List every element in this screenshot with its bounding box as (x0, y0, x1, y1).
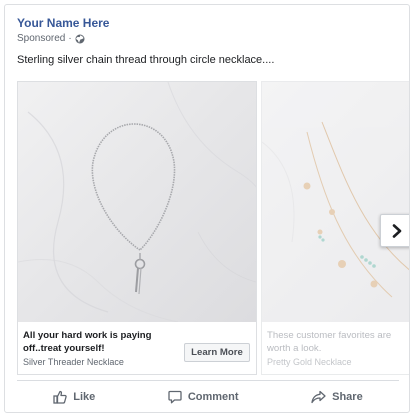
gold-necklace-illustration (262, 82, 409, 322)
comment-icon (168, 390, 182, 404)
silver-necklace-illustration (18, 82, 256, 322)
share-icon (311, 390, 326, 404)
comment-button[interactable]: Comment (158, 386, 249, 408)
card-footer: All your hard work is paying off..treat … (18, 322, 256, 374)
like-button[interactable]: Like (43, 386, 105, 408)
card-headline[interactable]: All your hard work is paying off..treat … (23, 329, 178, 355)
chevron-right-icon (392, 223, 401, 238)
comment-label: Comment (187, 391, 239, 403)
share-button[interactable]: Share (301, 386, 373, 408)
product-image[interactable] (262, 82, 409, 322)
like-label: Like (73, 391, 96, 403)
learn-more-button[interactable]: Learn More (184, 343, 250, 362)
separator-dot: · (68, 33, 72, 44)
card-headline[interactable]: These customer favorites are worth a loo… (267, 329, 409, 355)
actions-divider (17, 380, 399, 381)
sponsored-label[interactable]: Sponsored (17, 33, 65, 44)
carousel-next-button[interactable] (380, 214, 409, 247)
carousel-card[interactable]: All your hard work is paying off..treat … (17, 81, 257, 375)
share-label: Share (332, 391, 363, 403)
card-description: Silver Threader Necklace (23, 357, 124, 367)
sponsored-post-card: Your Name Here Sponsored · Sterling silv… (4, 4, 410, 413)
globe-icon[interactable] (75, 34, 85, 44)
thumbs-up-icon (53, 390, 67, 404)
post-actions-bar: Like Comment Share (17, 382, 399, 412)
card-description: Pretty Gold Necklace (267, 357, 352, 367)
page-name-link[interactable]: Your Name Here (17, 16, 109, 30)
product-image[interactable] (18, 82, 256, 322)
sponsored-row: Sponsored · (17, 33, 85, 44)
card-footer: These customer favorites are worth a loo… (262, 322, 409, 374)
ad-carousel: All your hard work is paying off..treat … (17, 81, 409, 375)
post-text: Sterling silver chain thread through cir… (17, 54, 275, 66)
